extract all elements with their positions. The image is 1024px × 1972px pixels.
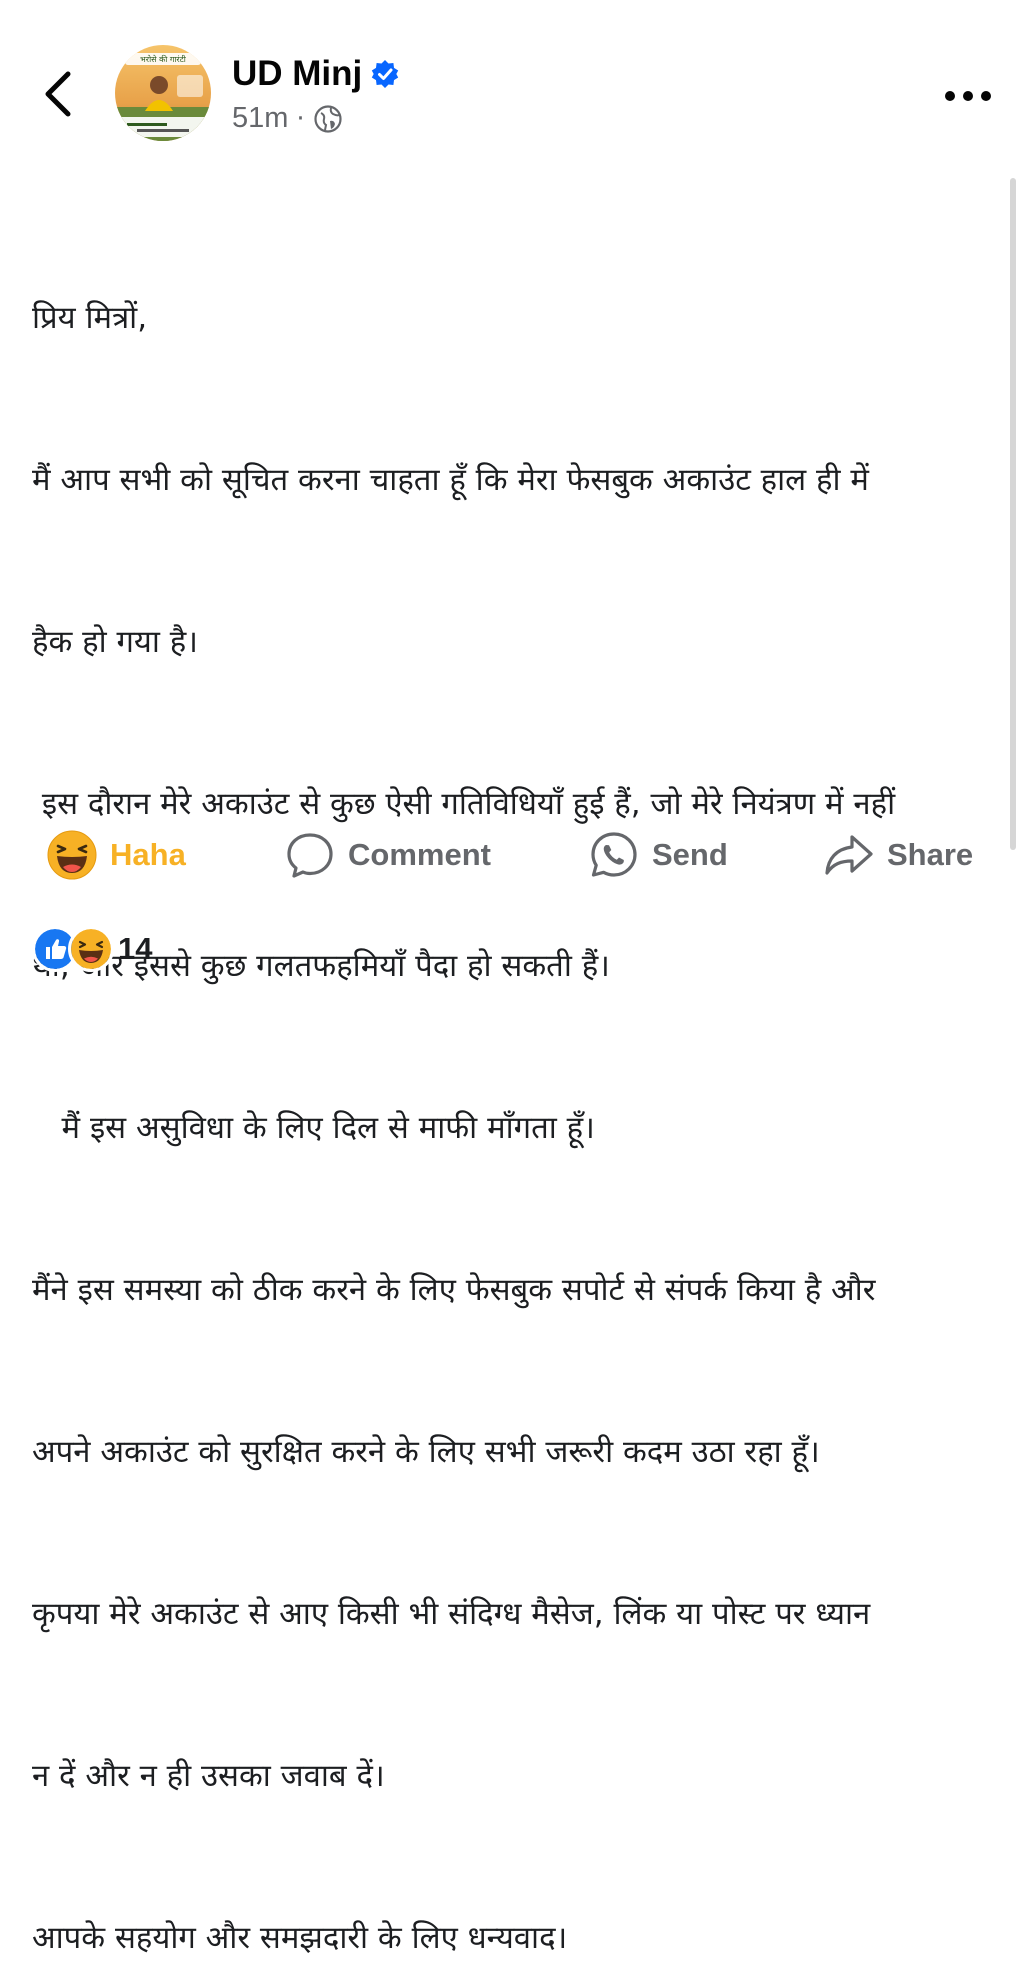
post-line: हैक हो गया है।	[32, 624, 198, 660]
haha-reaction-button[interactable]: Haha	[46, 825, 186, 885]
post-line: कृपया मेरे अकाउंट से आए किसी भी संदिग्ध …	[32, 1596, 871, 1632]
post-line: आपके सहयोग और समझदारी के लिए धन्यवाद।	[32, 1920, 568, 1956]
haha-label: Haha	[110, 837, 186, 872]
avatar-caption: भरोसे की गारंटी	[140, 54, 187, 64]
back-button[interactable]	[34, 64, 82, 124]
profile-photo: भरोसे की गारंटी	[115, 45, 211, 141]
more-dots-icon	[945, 91, 991, 101]
post-line: न दें और न ही उसका जवाब दें।	[32, 1758, 385, 1794]
haha-emoji-icon	[47, 830, 97, 880]
post-meta: 51m ·	[232, 102, 343, 135]
reaction-count: 14	[118, 931, 153, 966]
post-body: प्रिय मित्रों, मैं आप सभी को सूचित करना …	[32, 183, 1007, 1972]
haha-reaction-icon	[68, 926, 114, 972]
comment-button[interactable]: Comment	[284, 825, 491, 885]
globe-icon	[314, 104, 342, 133]
author-row: UD Minj	[232, 54, 400, 94]
comment-icon	[287, 833, 333, 878]
avatar[interactable]: भरोसे की गारंटी	[115, 45, 211, 141]
send-button[interactable]: Send	[588, 825, 728, 885]
send-label: Send	[652, 837, 728, 872]
meta-separator: ·	[296, 103, 305, 134]
post-line: मैं आप सभी को सूचित करना चाहता हूँ कि मे…	[32, 462, 869, 498]
post-line: मैंने इस समस्या को ठीक करने के लिए फेसबु…	[32, 1272, 876, 1308]
post-line: प्रिय मित्रों,	[32, 300, 148, 336]
comment-label: Comment	[348, 837, 491, 872]
post-line: अपने अकाउंट को सुरक्षित करने के लिए सभी …	[32, 1434, 820, 1470]
more-options-button[interactable]	[940, 78, 996, 114]
post-header: भरोसे की गारंटी UD Minj 51m ·	[0, 0, 1024, 170]
post-line: मैं इस असुविधा के लिए दिल से माफी माँगता…	[32, 1110, 595, 1146]
reaction-summary[interactable]: 14	[32, 924, 152, 974]
share-arrow-icon	[825, 835, 873, 875]
scrollbar[interactable]	[1010, 178, 1016, 850]
chevron-left-icon	[45, 71, 71, 117]
post-line: इस दौरान मेरे अकाउंट से कुछ ऐसी गतिविधिय…	[32, 786, 896, 822]
verified-badge-icon	[372, 60, 399, 88]
author-name[interactable]: UD Minj	[232, 54, 362, 94]
share-button[interactable]: Share	[823, 825, 973, 885]
post-timestamp[interactable]: 51m	[232, 102, 288, 135]
post-action-bar: Haha Comment Send Share	[0, 825, 1024, 885]
post-line: थीं, और इससे कुछ गलतफहमियाँ पैदा हो सकती…	[32, 948, 610, 984]
share-label: Share	[887, 837, 974, 872]
whatsapp-icon	[591, 832, 637, 877]
